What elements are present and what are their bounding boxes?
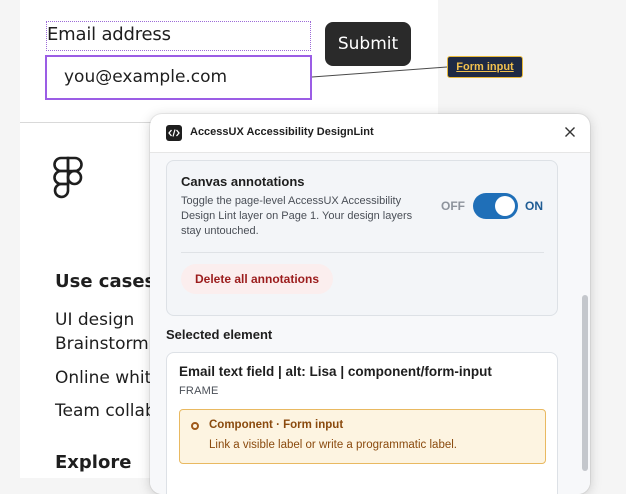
- code-icon: [166, 125, 182, 141]
- scrollbar[interactable]: [582, 295, 588, 471]
- selected-element-type: FRAME: [179, 385, 219, 397]
- warning-circle-icon: [191, 422, 199, 430]
- annotations-toggle[interactable]: [473, 193, 518, 219]
- toggle-on-label: ON: [525, 199, 543, 213]
- footer-link[interactable]: Team collab: [55, 401, 156, 421]
- toggle-knob: [495, 196, 515, 216]
- plugin-header: AccessUX Accessibility DesignLint: [150, 114, 590, 153]
- issue-callout[interactable]: Component · Form input Link a visible la…: [179, 409, 546, 464]
- delete-all-annotations-button[interactable]: Delete all annotations: [181, 264, 333, 294]
- footer-link[interactable]: Online whit: [55, 368, 151, 388]
- toggle-off-label: OFF: [441, 199, 465, 213]
- issue-description: Link a visible label or write a programm…: [209, 439, 457, 451]
- issue-title: Component · Form input: [209, 419, 344, 431]
- canvas-annotations-title: Canvas annotations: [181, 174, 305, 189]
- plugin-body: Canvas annotations Toggle the page-level…: [150, 153, 590, 494]
- selected-element-card: Email text field | alt: Lisa | component…: [166, 352, 558, 494]
- selected-element-heading: Selected element: [166, 327, 273, 342]
- plugin-window: AccessUX Accessibility DesignLint Canvas…: [150, 114, 590, 494]
- selected-element-name: Email text field | alt: Lisa | component…: [179, 364, 492, 379]
- footer-heading-use-cases: Use cases: [55, 271, 156, 292]
- figma-logo-icon: [53, 156, 83, 199]
- card-divider: [181, 252, 544, 253]
- footer-link[interactable]: Brainstormi: [55, 334, 153, 354]
- footer-heading-explore: Explore: [55, 452, 132, 473]
- canvas-annotations-description: Toggle the page-level AccessUX Accessibi…: [181, 195, 413, 237]
- plugin-title: AccessUX Accessibility DesignLint: [190, 126, 374, 138]
- close-icon[interactable]: [564, 126, 576, 138]
- footer-link[interactable]: UI design: [55, 310, 134, 330]
- canvas-annotations-card: Canvas annotations Toggle the page-level…: [166, 160, 558, 316]
- form-input-annotation-tag[interactable]: Form input: [447, 56, 523, 78]
